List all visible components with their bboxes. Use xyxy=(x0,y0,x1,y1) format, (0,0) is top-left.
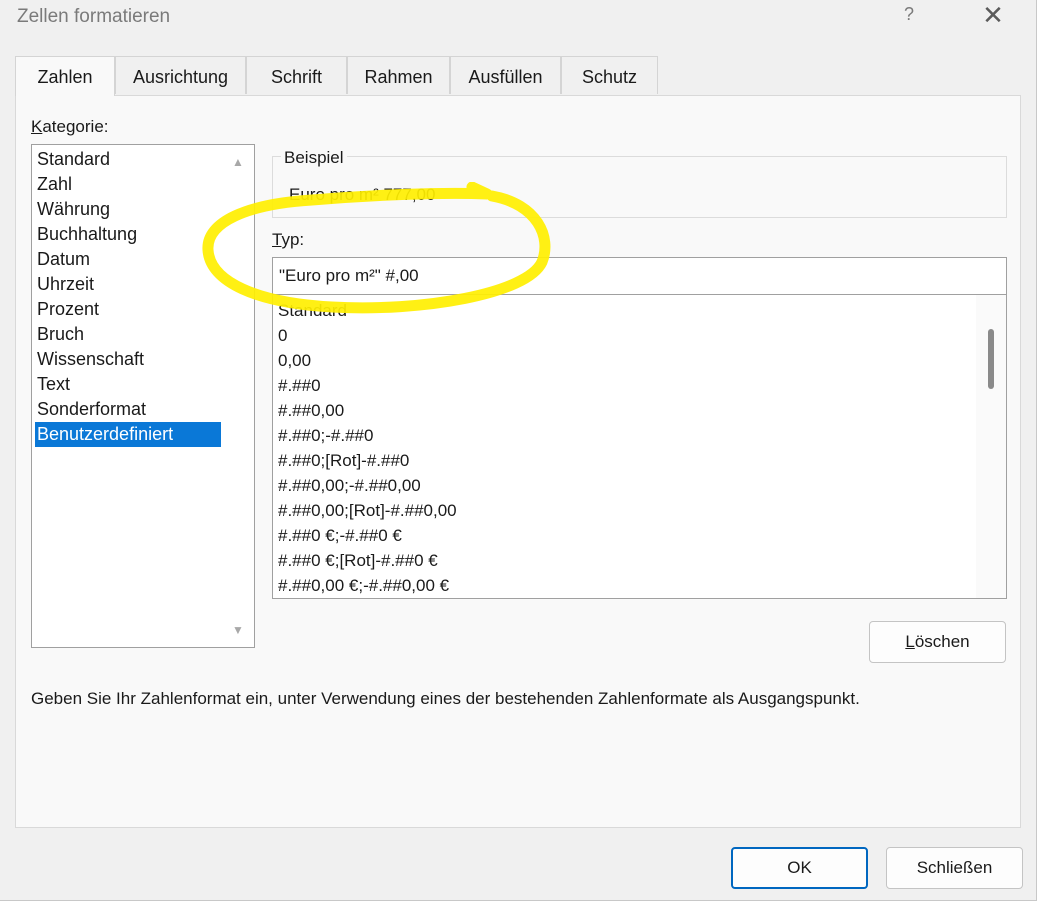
format-list[interactable]: Standard 0 0,00 #.##0 #.##0,00 #.##0;-#.… xyxy=(272,294,1007,599)
list-item[interactable]: #.##0 €;-#.##0 € xyxy=(278,523,402,548)
list-item[interactable]: #.##0,00;[Rot]-#.##0,00 xyxy=(278,498,457,523)
list-item[interactable]: Text xyxy=(35,372,70,397)
schliessen-button[interactable]: Schließen xyxy=(886,847,1023,889)
list-item[interactable]: Bruch xyxy=(35,322,84,347)
background-sheet xyxy=(1037,0,1042,907)
beispiel-legend: Beispiel xyxy=(281,148,347,168)
list-item[interactable]: 0 xyxy=(278,323,287,348)
list-item[interactable]: Buchhaltung xyxy=(35,222,137,247)
list-item[interactable]: #.##0;-#.##0 xyxy=(278,423,373,448)
tab-schrift[interactable]: Schrift xyxy=(246,56,347,94)
list-item-selected[interactable]: Benutzerdefiniert xyxy=(35,422,221,447)
list-item[interactable]: Sonderformat xyxy=(35,397,146,422)
list-item[interactable]: 0,00 xyxy=(278,348,311,373)
scroll-up-icon[interactable]: ▲ xyxy=(231,155,245,169)
background-sheet-bottom xyxy=(0,901,1042,907)
list-item[interactable]: #.##0;[Rot]-#.##0 xyxy=(278,448,409,473)
list-item[interactable]: Zahl xyxy=(35,172,72,197)
list-item[interactable]: #.##0,00;-#.##0,00 xyxy=(278,473,421,498)
list-item[interactable]: #.##0,00 €;-#.##0,00 € xyxy=(278,573,449,598)
list-item[interactable]: Datum xyxy=(35,247,90,272)
kategorie-label: Kategorie: xyxy=(31,117,109,136)
list-item[interactable]: Prozent xyxy=(35,297,99,322)
format-cells-dialog: Zellen formatieren ? ✕ Zahlen Ausrichtun… xyxy=(0,0,1037,901)
tab-ausfuellen[interactable]: Ausfüllen xyxy=(450,56,561,94)
list-item[interactable]: Standard xyxy=(35,147,110,172)
ok-button[interactable]: OK xyxy=(731,847,868,889)
hint-text: Geben Sie Ihr Zahlenformat ein, unter Ve… xyxy=(31,689,860,708)
list-item[interactable]: #.##0 €;[Rot]-#.##0 € xyxy=(278,548,438,573)
close-icon[interactable]: ✕ xyxy=(980,2,1006,30)
format-list-scrollbar[interactable] xyxy=(976,295,1006,598)
tab-rahmen[interactable]: Rahmen xyxy=(347,56,450,94)
list-item[interactable]: Uhrzeit xyxy=(35,272,94,297)
list-item[interactable]: Wissenschaft xyxy=(35,347,144,372)
dialog-title: Zellen formatieren xyxy=(17,6,171,27)
scroll-down-icon[interactable]: ▼ xyxy=(231,623,245,637)
list-item[interactable]: #.##0 xyxy=(278,373,321,398)
tab-zahlen[interactable]: Zahlen xyxy=(15,56,115,96)
scrollbar-thumb[interactable] xyxy=(988,329,994,389)
tab-ausrichtung[interactable]: Ausrichtung xyxy=(115,56,246,94)
list-item[interactable]: Währung xyxy=(35,197,110,222)
tab-schutz[interactable]: Schutz xyxy=(561,56,658,94)
loeschen-button[interactable]: Löschen xyxy=(869,621,1006,663)
help-button[interactable]: ? xyxy=(898,4,920,28)
list-item[interactable]: #.##0,00 xyxy=(278,398,344,423)
yellow-highlight-annotation xyxy=(202,182,551,314)
